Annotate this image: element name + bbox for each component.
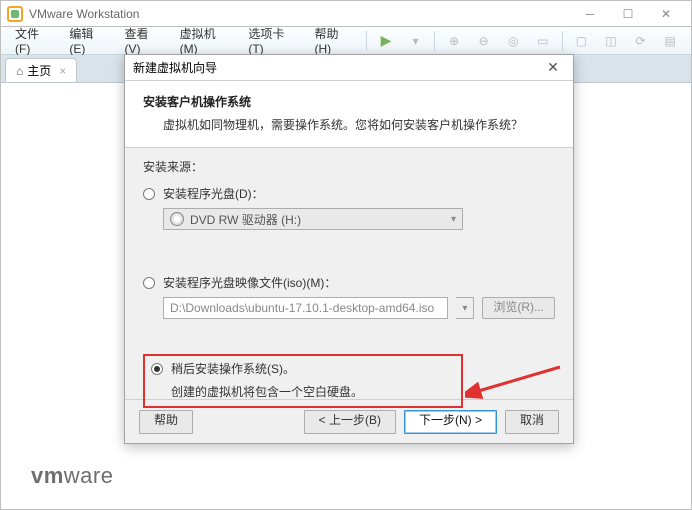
option-label: 安装程序光盘(D)： (163, 185, 264, 202)
home-icon: ⌂ (16, 65, 23, 77)
tab-home[interactable]: ⌂ 主页 × (5, 58, 77, 82)
toolbar-icon[interactable]: ⊖ (475, 32, 493, 50)
iso-path-row: D:\Downloads\ubuntu-17.10.1-desktop-amd6… (163, 297, 555, 319)
toolbar-icon[interactable]: ▭ (534, 32, 552, 50)
toolbar-icon[interactable]: ⊕ (445, 32, 463, 50)
drive-text: DVD RW 驱动器 (H:) (190, 211, 301, 228)
maximize-button[interactable]: ☐ (609, 2, 647, 26)
toolbar-icon[interactable]: ◎ (504, 32, 522, 50)
app-icon (7, 6, 23, 22)
annotation-arrow-icon (465, 362, 565, 402)
dialog-titlebar: 新建虚拟机向导 ✕ (125, 55, 573, 81)
option-install-later-group: 稍后安装操作系统(S)。 创建的虚拟机将包含一个空白硬盘。 (151, 360, 363, 400)
vmware-logo: vmware (31, 463, 113, 489)
minimize-button[interactable]: ─ (571, 2, 609, 26)
menubar: 文件(F) 编辑(E) 查看(V) 虚拟机(M) 选项卡(T) 帮助(H) ▶ … (1, 27, 691, 55)
toolbar-icon[interactable]: ▢ (573, 32, 591, 50)
iso-path-input[interactable]: D:\Downloads\ubuntu-17.10.1-desktop-amd6… (163, 297, 448, 319)
toolbar-icon[interactable]: ⟳ (632, 32, 650, 50)
toolbar-icon[interactable]: ◫ (602, 32, 620, 50)
separator (366, 31, 367, 51)
chevron-down-icon[interactable]: ▾ (456, 297, 474, 319)
menu-tabs[interactable]: 选项卡(T) (240, 27, 306, 54)
menu-vm[interactable]: 虚拟机(M) (172, 27, 241, 54)
dialog-subheading: 虚拟机如同物理机，需要操作系统。您将如何安装客户机操作系统？ (143, 116, 555, 133)
chevron-down-icon: ▾ (451, 214, 456, 225)
separator (434, 31, 435, 51)
window-title: VMware Workstation (29, 7, 571, 21)
option-label: 安装程序光盘映像文件(iso)(M)： (163, 274, 336, 291)
dropdown-icon[interactable]: ▾ (407, 32, 425, 50)
option-note: 创建的虚拟机将包含一个空白硬盘。 (151, 383, 363, 400)
disc-icon (170, 212, 184, 226)
menu-file[interactable]: 文件(F) (7, 27, 61, 54)
play-icon[interactable]: ▶ (377, 32, 395, 50)
tab-label: 主页 (27, 62, 51, 79)
radio-icon (143, 277, 155, 289)
option-iso-file[interactable]: 安装程序光盘映像文件(iso)(M)： (143, 274, 555, 291)
drive-select[interactable]: DVD RW 驱动器 (H:) ▾ (163, 208, 463, 230)
menu-view[interactable]: 查看(V) (117, 27, 172, 54)
cancel-button[interactable]: 取消 (505, 410, 559, 434)
radio-icon (151, 363, 163, 375)
separator (562, 31, 563, 51)
dialog-title: 新建虚拟机向导 (133, 59, 217, 76)
browse-button[interactable]: 浏览(R)... (482, 297, 555, 319)
dialog-heading: 安装客户机操作系统 (143, 93, 555, 110)
back-button[interactable]: < 上一步(B) (304, 410, 396, 434)
next-button[interactable]: 下一步(N) > (404, 410, 497, 434)
toolbar-icon[interactable]: ▤ (661, 32, 679, 50)
dialog-header: 安装客户机操作系统 虚拟机如同物理机，需要操作系统。您将如何安装客户机操作系统？ (125, 81, 573, 148)
dialog-close-button[interactable]: ✕ (541, 59, 565, 76)
close-window-button[interactable]: ✕ (647, 2, 685, 26)
menu-edit[interactable]: 编辑(E) (61, 27, 116, 54)
source-label: 安装来源： (143, 158, 555, 175)
titlebar: VMware Workstation ─ ☐ ✕ (1, 1, 691, 27)
help-button[interactable]: 帮助 (139, 410, 193, 434)
new-vm-wizard-dialog: 新建虚拟机向导 ✕ 安装客户机操作系统 虚拟机如同物理机，需要操作系统。您将如何… (124, 54, 574, 444)
option-installer-disc[interactable]: 安装程序光盘(D)： (143, 185, 555, 202)
radio-icon (143, 188, 155, 200)
option-label: 稍后安装操作系统(S)。 (171, 360, 295, 377)
menu-help[interactable]: 帮助(H) (306, 27, 362, 54)
window-controls: ─ ☐ ✕ (571, 2, 685, 26)
tab-close-icon[interactable]: × (59, 64, 66, 78)
dialog-body: 安装来源： 安装程序光盘(D)： DVD RW 驱动器 (H:) ▾ 安装程序光… (125, 148, 573, 399)
dialog-footer: 帮助 < 上一步(B) 下一步(N) > 取消 (125, 399, 573, 443)
option-install-later[interactable]: 稍后安装操作系统(S)。 (151, 360, 363, 377)
